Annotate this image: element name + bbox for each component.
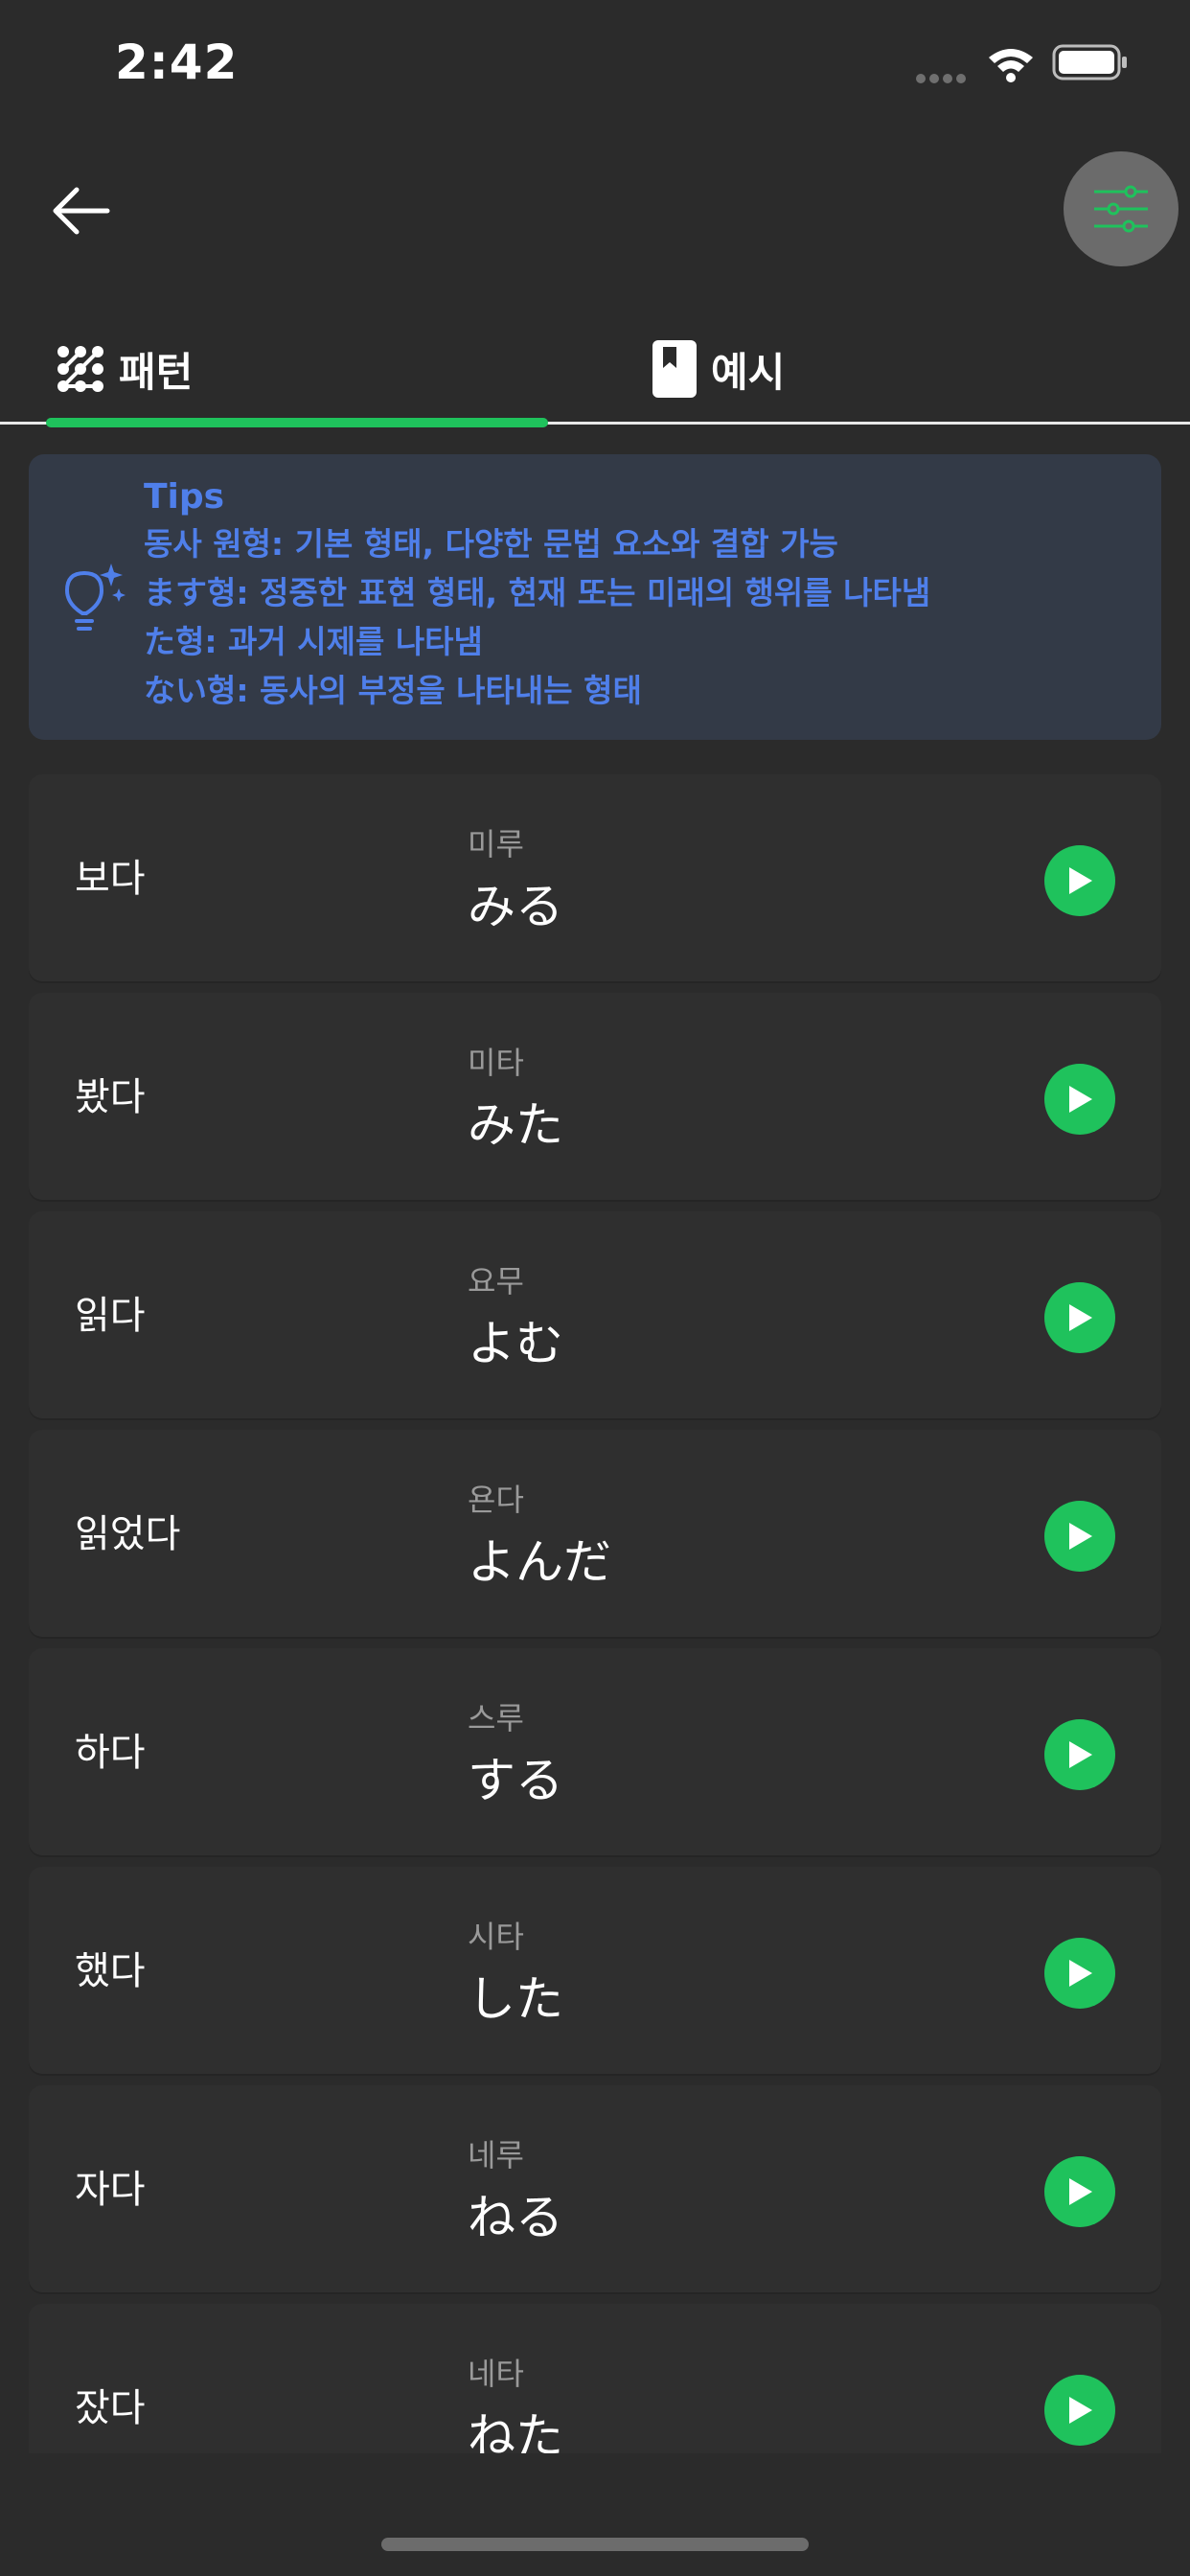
tips-title: Tips: [144, 477, 225, 517]
korean-word: 보다: [75, 857, 146, 901]
home-indicator[interactable]: [381, 2538, 809, 2551]
japanese-kana: よむ: [468, 1316, 563, 1371]
verb-row: 잤다 네타 ねた: [29, 2304, 1161, 2453]
korean-word: 했다: [75, 1949, 146, 1993]
play-audio-button[interactable]: [1044, 2375, 1115, 2446]
verb-row: 하다 스루 する: [29, 1648, 1161, 1855]
pronunciation-reading: 미타: [468, 1045, 524, 1081]
pronunciation-reading: 시타: [468, 1919, 524, 1955]
tips-line: ます형: 정중한 표현 형태, 현재 또는 미래의 행위를 나타냄: [144, 574, 931, 611]
header: [0, 125, 1190, 288]
verb-row: 봤다 미타 みた: [29, 993, 1161, 1200]
lightbulb-sparkle-icon: [54, 560, 130, 636]
battery-icon: [1052, 44, 1129, 86]
tips-line: た형: 과거 시제를 나타냄: [144, 623, 483, 660]
filter-settings-button[interactable]: [1064, 151, 1179, 266]
bookmark-book-icon: [652, 340, 697, 398]
play-icon: [1069, 2178, 1092, 2205]
play-audio-button[interactable]: [1044, 2156, 1115, 2227]
play-audio-button[interactable]: [1044, 845, 1115, 916]
play-icon: [1069, 1304, 1092, 1331]
tips-line: 동사 원형: 기본 형태, 다양한 문법 요소와 결합 가능: [144, 525, 838, 563]
korean-word: 봤다: [75, 1075, 146, 1119]
japanese-kana: する: [468, 1753, 563, 1808]
pronunciation-reading: 네타: [468, 2356, 524, 2392]
status-time: 2:42: [115, 34, 239, 90]
japanese-kana: ねる: [468, 2190, 563, 2245]
japanese-kana: みた: [468, 1097, 563, 1153]
tips-content: Tips 동사 원형: 기본 형태, 다양한 문법 요소와 결합 가능 ます형:…: [144, 475, 930, 715]
verb-row: 보다 미루 みる: [29, 774, 1161, 981]
tab-pattern-label: 패턴: [119, 348, 194, 396]
japanese-kana: みる: [468, 879, 563, 934]
pronunciation-reading: 네루: [468, 2137, 524, 2174]
bottom-safe-area: [0, 2453, 1190, 2576]
tips-line: ない형: 동사의 부정을 나타내는 형태: [144, 672, 642, 709]
tab-example-label: 예시: [711, 348, 786, 396]
play-icon: [1069, 1960, 1092, 1987]
verb-row: 읽다 요무 よむ: [29, 1211, 1161, 1418]
verb-row: 읽었다 욘다 よんだ: [29, 1430, 1161, 1637]
play-audio-button[interactable]: [1044, 1282, 1115, 1353]
play-audio-button[interactable]: [1044, 1501, 1115, 1572]
pronunciation-reading: 요무: [468, 1263, 524, 1300]
status-bar: 2:42: [0, 0, 1190, 125]
korean-word: 읽다: [75, 1294, 146, 1338]
wifi-icon: [987, 46, 1035, 86]
play-icon: [1069, 1086, 1092, 1113]
play-icon: [1069, 867, 1092, 894]
korean-word: 자다: [75, 2168, 146, 2212]
play-audio-button[interactable]: [1044, 1064, 1115, 1135]
pronunciation-reading: 스루: [468, 1700, 524, 1736]
verb-row: 했다 시타 した: [29, 1867, 1161, 2074]
japanese-kana: ねた: [468, 2408, 563, 2453]
play-audio-button[interactable]: [1044, 1938, 1115, 2009]
tab-pattern[interactable]: 패턴: [56, 326, 193, 412]
cellular-signal-icon: [916, 69, 970, 87]
tab-active-indicator: [46, 418, 548, 427]
pronunciation-reading: 욘다: [468, 1482, 524, 1518]
pattern-dots-icon: [57, 346, 103, 392]
tab-example[interactable]: 예시: [652, 326, 785, 412]
korean-word: 읽었다: [75, 1512, 181, 1556]
arrow-left-icon: [53, 187, 110, 235]
korean-word: 하다: [75, 1731, 146, 1775]
play-audio-button[interactable]: [1044, 1719, 1115, 1790]
play-icon: [1069, 1523, 1092, 1550]
tab-bar: 패턴 예시: [0, 307, 1190, 427]
japanese-kana: した: [468, 1971, 563, 2027]
play-icon: [1069, 1741, 1092, 1768]
korean-word: 잤다: [75, 2386, 146, 2430]
verb-list[interactable]: 보다 미루 みる 봤다 미타 みた 읽다 요무 よむ 읽었다 욘다 よんだ 하다…: [29, 774, 1161, 2453]
back-button[interactable]: [42, 172, 119, 249]
verb-row: 자다 네루 ねる: [29, 2085, 1161, 2292]
tips-card: Tips 동사 원형: 기본 형태, 다양한 문법 요소와 결합 가능 ます형:…: [29, 454, 1161, 740]
japanese-kana: よんだ: [468, 1534, 611, 1590]
pronunciation-reading: 미루: [468, 826, 524, 862]
sliders-icon: [1094, 185, 1148, 233]
play-icon: [1069, 2397, 1092, 2424]
